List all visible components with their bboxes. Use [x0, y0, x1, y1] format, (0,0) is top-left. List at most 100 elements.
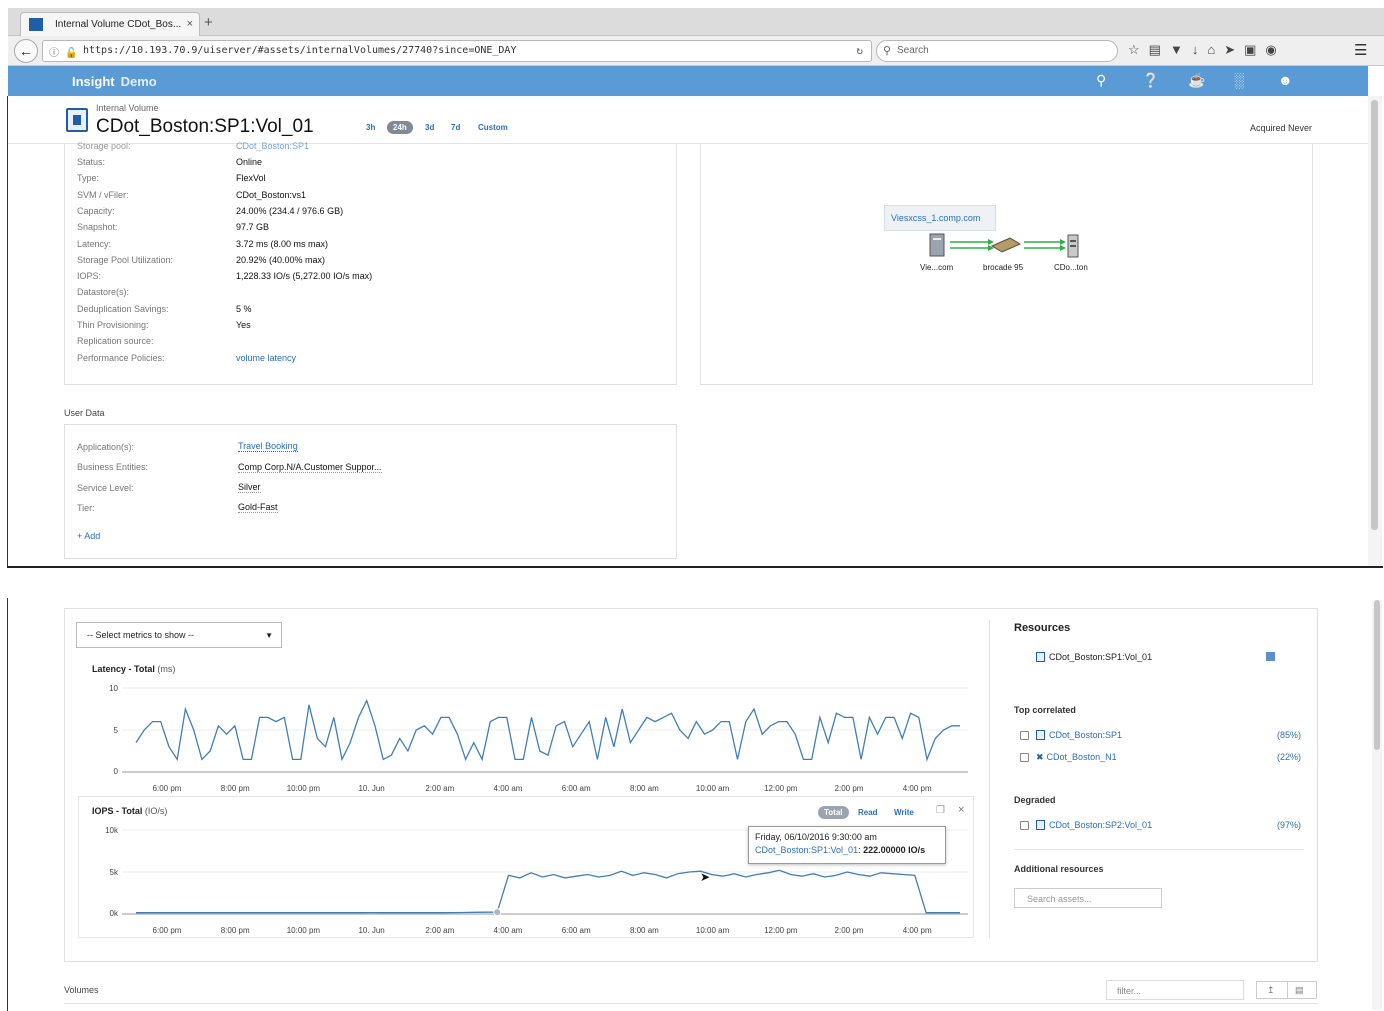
topology-node-label[interactable]: Vie...com	[920, 263, 953, 272]
pocket-icon[interactable]: ▼	[1170, 42, 1192, 57]
degraded-item[interactable]: CDot_Boston:SP2:Vol_01	[1036, 820, 1152, 830]
add-button[interactable]: + Add	[77, 531, 100, 541]
acquired-status: Acquired Never	[1249, 123, 1312, 133]
search-assets-input[interactable]: Search assets...	[1014, 888, 1162, 908]
node-icon: ✖	[1036, 752, 1044, 762]
search-icon[interactable]: ⚲	[1096, 72, 1106, 89]
send-icon[interactable]: ➤	[1224, 42, 1244, 57]
topology-node-label[interactable]: brocade 95	[983, 263, 1023, 272]
application-link[interactable]: Travel Booking	[238, 441, 298, 452]
switch-icon[interactable]	[990, 237, 1022, 253]
star-icon[interactable]: ☆	[1128, 42, 1149, 57]
user-icon[interactable]: ☻	[1278, 72, 1293, 88]
menu-icon[interactable]: ☰	[1354, 41, 1367, 59]
x-tick: 8:00 pm	[220, 784, 250, 793]
browser-tab[interactable]: Internal Volume CDot_Bos... ×	[20, 12, 200, 37]
series-line[interactable]	[136, 869, 960, 914]
scrollbar-thumb[interactable]	[1371, 100, 1378, 530]
hover-point[interactable]	[493, 908, 502, 917]
server-icon[interactable]	[929, 233, 945, 257]
prop-label: Replication source:	[77, 336, 154, 347]
write-button[interactable]: Write	[894, 808, 914, 817]
x-tick: 10:00 am	[695, 926, 730, 935]
range-3h[interactable]: 3h	[366, 123, 375, 132]
home-icon[interactable]: ⌂	[1207, 42, 1224, 57]
tier-value[interactable]: Gold-Fast	[238, 502, 278, 513]
read-button[interactable]: Read	[858, 808, 878, 817]
y-tick: 0	[113, 767, 118, 776]
resource-checkbox[interactable]	[1020, 731, 1029, 740]
resource-checkbox[interactable]	[1020, 753, 1029, 762]
chart-tooltip: Friday, 06/10/2016 9:30:00 am CDot_Bosto…	[748, 826, 946, 864]
prop-label: SVM / vFiler:	[77, 189, 129, 200]
latency-chart[interactable]	[122, 680, 968, 780]
correlation-percent: (22%)	[1277, 752, 1302, 762]
export-icon[interactable]: ↥	[1267, 985, 1275, 996]
performance-policy-link[interactable]: volume latency	[236, 353, 296, 363]
scrollbar-thumb[interactable]	[1374, 600, 1380, 750]
reader-icon[interactable]: ▤	[1149, 42, 1170, 57]
iops-title-text: IOPS - Total	[92, 806, 143, 816]
page-header: Internal Volume CDot_Boston:SP1:Vol_01 3…	[8, 96, 1368, 144]
reload-icon[interactable]: ↻	[856, 44, 863, 57]
x-tick: 6:00 pm	[152, 926, 182, 935]
help-icon[interactable]: ❔	[1142, 72, 1159, 89]
prop-value-link[interactable]: CDot_Boston:SP1	[236, 141, 309, 151]
prop-label: Performance Policies:	[77, 352, 165, 363]
service-level-value[interactable]: Silver	[238, 482, 261, 493]
sync-icon[interactable]: ◉	[1265, 42, 1285, 57]
copy-icon[interactable]: ❐	[936, 805, 945, 816]
coffee-icon[interactable]: ☕	[1188, 72, 1205, 89]
x-tick: 2:00 pm	[834, 926, 864, 935]
y-tick: 0k	[109, 909, 118, 918]
new-tab-button[interactable]: +	[204, 14, 213, 31]
page-title: CDot_Boston:SP1:Vol_01	[96, 116, 314, 137]
back-arrow-icon[interactable]: ←	[14, 39, 38, 63]
mouse-cursor-icon: ➤	[700, 870, 711, 884]
range-3d[interactable]: 3d	[425, 123, 434, 132]
divider	[989, 620, 990, 938]
browser-toolbar-icons[interactable]: ☆▤▼↓⌂➤▣◉	[1128, 42, 1286, 58]
y-tick: 10	[109, 684, 118, 693]
scrollbar[interactable]	[1368, 96, 1382, 566]
x-tick: 8:00 am	[629, 784, 659, 793]
filter-input[interactable]: filter...	[1106, 980, 1244, 1000]
url-bar[interactable]: ⓘ 🔓 https://10.193.70.9/uiserver/#assets…	[42, 40, 872, 62]
close-icon[interactable]: ×	[958, 804, 964, 816]
columns-icon[interactable]: ▤	[1295, 985, 1304, 996]
total-button[interactable]: Total	[818, 806, 849, 819]
screen-icon[interactable]: ▣	[1244, 42, 1265, 57]
scrollbar[interactable]	[1372, 600, 1382, 1010]
x-tick: 12:00 pm	[764, 926, 798, 935]
metric-select[interactable]: -- Select metrics to show -- ▼	[76, 622, 282, 648]
tab-close-icon[interactable]: ×	[187, 18, 193, 30]
business-entities-value[interactable]: Comp Corp.N/A.Customer Suppor...	[238, 462, 382, 473]
tooltip-value: 222.00000 IO/s	[863, 845, 926, 855]
topology-node-label[interactable]: CDo...ton	[1054, 263, 1088, 272]
range-custom[interactable]: Custom	[478, 123, 508, 132]
range-7d[interactable]: 7d	[451, 123, 460, 132]
topology-diagram[interactable]	[920, 232, 1090, 262]
storage-icon[interactable]	[1067, 234, 1079, 258]
browser-search-input[interactable]: ⚲ Search	[876, 40, 1118, 62]
x-tick: 2:00 am	[425, 784, 455, 793]
table-header-line	[64, 1003, 1318, 1004]
app-brand[interactable]: Insight Demo	[72, 74, 157, 89]
divider	[1014, 849, 1304, 850]
user-data-panel	[64, 424, 677, 559]
reports-icon[interactable]: ░	[1234, 72, 1244, 88]
correlated-item[interactable]: CDot_Boston:SP1	[1036, 730, 1122, 740]
site-info-icon[interactable]: ⓘ 🔓	[49, 44, 77, 59]
download-icon[interactable]: ↓	[1192, 42, 1208, 57]
user-data-title: User Data	[64, 408, 105, 418]
y-tick: 10k	[105, 826, 118, 835]
metric-select-label: -- Select metrics to show --	[87, 630, 195, 640]
series-color-swatch[interactable]	[1266, 652, 1275, 661]
correlated-item[interactable]: ✖ CDot_Boston_N1	[1036, 752, 1117, 763]
prop-label: Datastore(s):	[77, 287, 130, 298]
x-tick: 2:00 am	[425, 926, 455, 935]
resource-checkbox[interactable]	[1020, 821, 1029, 830]
prop-label: Capacity:	[77, 205, 115, 216]
resource-main-item[interactable]: CDot_Boston:SP1:Vol_01	[1036, 652, 1152, 662]
range-24h[interactable]: 24h	[387, 121, 413, 134]
